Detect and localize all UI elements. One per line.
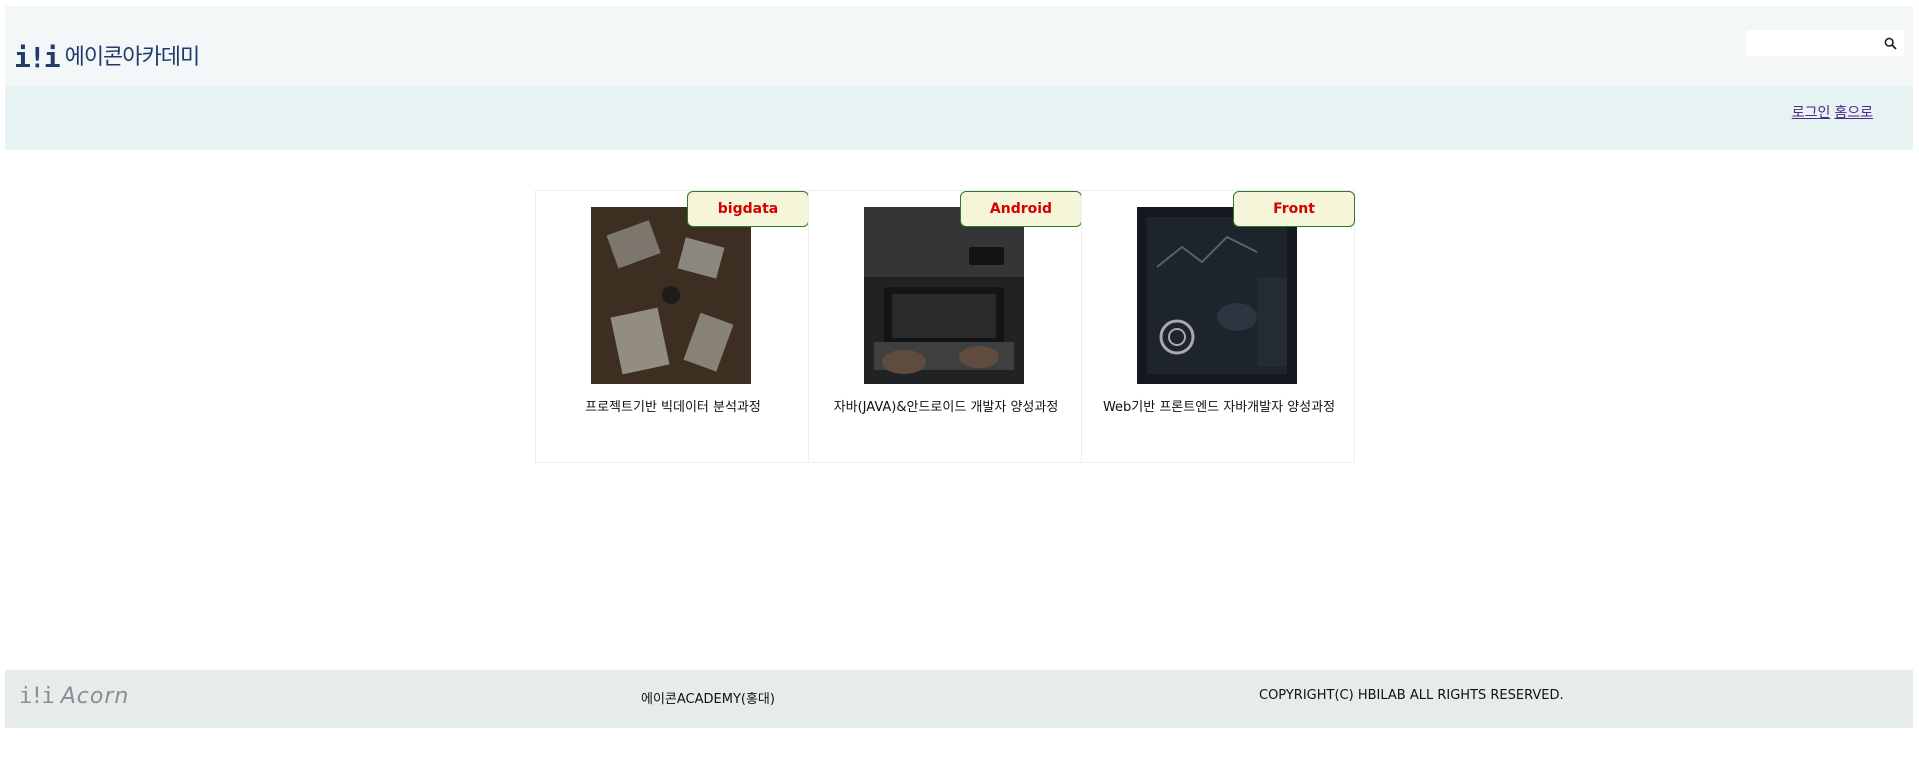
course-card-android[interactable]: Android 자바(JAVA)&안드로이드 개발자 양성과정 — [808, 190, 1082, 463]
course-title[interactable]: 프로젝트기반 빅데이터 분석과정 — [554, 399, 792, 416]
course-image-android[interactable] — [864, 207, 1024, 384]
footer-academy-name: 에이콘ACADEMY(홍대) — [641, 692, 775, 707]
course-title[interactable]: 자바(JAVA)&안드로이드 개발자 양성과정 — [827, 399, 1065, 416]
site-logo[interactable]: i!i 에이콘아카데미 — [14, 41, 201, 74]
nav-links: 로그인 홈으로 — [1792, 102, 1873, 122]
footer-logo-text: Acorn — [60, 684, 130, 709]
footer-logo: i!i Acorn — [19, 684, 129, 709]
course-badge: bigdata — [687, 191, 809, 227]
site-header: i!i 에이콘아카데미 — [5, 6, 1913, 86]
course-image-front[interactable] — [1137, 207, 1297, 384]
search-icon[interactable] — [1880, 33, 1900, 53]
course-badge: Front — [1233, 191, 1355, 227]
logo-text: 에이콘아카데미 — [64, 45, 201, 70]
search-input[interactable] — [1746, 30, 1878, 56]
course-image-bigdata[interactable] — [591, 207, 751, 384]
logo-mark: i!i — [14, 41, 61, 74]
footer-copyright: COPYRIGHT(C) HBILAB ALL RIGHTS RESERVED. — [1259, 688, 1564, 703]
site-footer: i!i Acorn 에이콘ACADEMY(홍대) COPYRIGHT(C) HB… — [5, 670, 1913, 728]
course-list: bigdata 프로젝트기반 빅데이터 분석과정 Android 자바(JAVA… — [535, 190, 1355, 463]
course-badge: Android — [960, 191, 1082, 227]
search-box — [1746, 30, 1904, 56]
top-nav: 로그인 홈으로 — [5, 86, 1913, 150]
home-link[interactable]: 홈으로 — [1834, 102, 1873, 122]
course-card-front[interactable]: Front Web기반 프론트엔드 자바개발자 양성과정 — [1081, 190, 1355, 463]
login-link[interactable]: 로그인 — [1792, 102, 1831, 122]
footer-logo-mark: i!i — [19, 684, 55, 709]
course-title[interactable]: Web기반 프론트엔드 자바개발자 양성과정 — [1100, 399, 1338, 416]
course-card-bigdata[interactable]: bigdata 프로젝트기반 빅데이터 분석과정 — [535, 190, 809, 463]
